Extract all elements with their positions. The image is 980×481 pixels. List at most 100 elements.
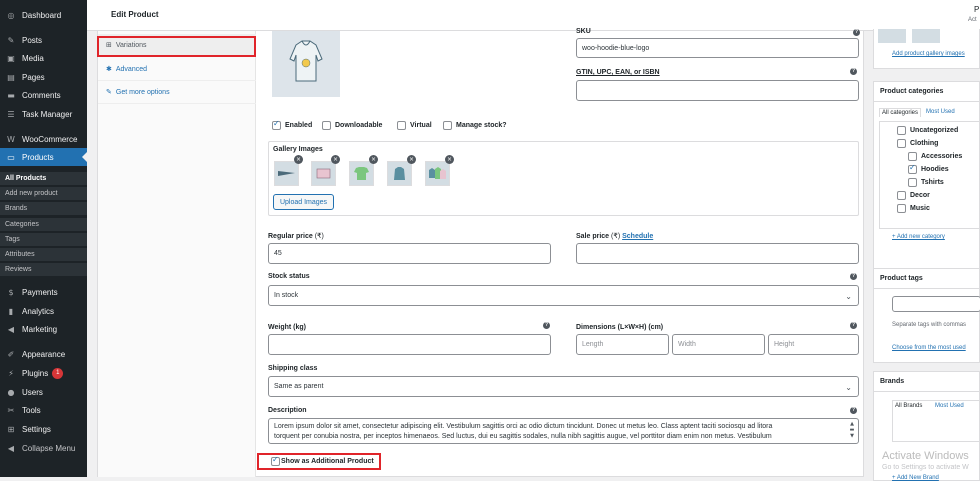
pages-icon: ▤	[7, 72, 15, 82]
current-arrow	[82, 152, 87, 162]
submenu-add-new[interactable]: Add new product	[0, 187, 87, 200]
menu-media[interactable]: ▣ Media	[0, 49, 87, 67]
menu-users[interactable]: ● Users	[0, 383, 87, 401]
description-label: Description	[268, 407, 307, 414]
menu-dashboard[interactable]: ◎ Dashboard	[0, 6, 87, 24]
menu-products[interactable]: ▭ Products	[0, 148, 87, 166]
tags-title: Product tags	[874, 269, 979, 289]
gtin-input[interactable]	[576, 80, 859, 101]
hoodie-icon	[388, 162, 411, 185]
gallery-thumb[interactable]	[274, 161, 299, 186]
menu-collapse[interactable]: ◀ Collapse Menu	[0, 439, 87, 457]
analytics-icon: ▮	[8, 306, 14, 316]
category-tshirts[interactable]: Tshirts	[908, 178, 944, 187]
sku-input[interactable]: woo-hoodie-blue-logo	[576, 38, 859, 58]
highlight-additional-product	[257, 453, 381, 470]
select-value: In stock	[274, 292, 299, 299]
checkbox-box	[397, 121, 406, 130]
menu-payments[interactable]: $ Payments	[0, 283, 87, 301]
gallery-thumb[interactable]	[912, 29, 940, 43]
tab-most-used[interactable]: Most Used	[926, 109, 955, 115]
description-line: torquent per conubia nostra, per incepto…	[274, 433, 772, 440]
choose-tags-link[interactable]: Choose from the most used	[892, 345, 966, 351]
manage-stock-checkbox[interactable]: Manage stock?	[443, 121, 507, 130]
menu-task-manager[interactable]: ☰ Task Manager	[0, 105, 87, 123]
menu-label: Payments	[22, 287, 58, 297]
menu-posts[interactable]: ✎ Posts	[0, 31, 87, 49]
remove-icon[interactable]: ×	[331, 155, 340, 164]
tab-all-brands[interactable]: All Brands	[895, 403, 922, 409]
tags-input[interactable]	[892, 296, 980, 312]
tab-brands-most-used[interactable]: Most Used	[935, 403, 964, 409]
menu-comments[interactable]: ▬ Comments	[0, 86, 87, 104]
schedule-link[interactable]: Schedule	[622, 233, 653, 240]
gallery-thumb[interactable]	[878, 29, 906, 43]
menu-settings[interactable]: ⊞ Settings	[0, 420, 87, 438]
remove-icon[interactable]: ×	[445, 155, 454, 164]
submenu-brands[interactable]: Brands	[0, 202, 87, 215]
category-uncategorized[interactable]: Uncategorized	[897, 126, 958, 135]
menu-marketing[interactable]: ◀ Marketing	[0, 320, 87, 338]
textarea-scrollbar[interactable]: ▲ ▬ ▼	[848, 421, 856, 441]
submenu-reviews[interactable]: Reviews	[0, 263, 87, 276]
select-value: Same as parent	[274, 383, 324, 390]
virtual-checkbox[interactable]: Virtual	[397, 121, 432, 130]
menu-analytics[interactable]: ▮ Analytics	[0, 302, 87, 320]
shipping-class-select[interactable]: Same as parent ⌄	[268, 376, 859, 397]
regular-price-input[interactable]: 45	[268, 243, 551, 264]
tags-hint: Separate tags with commas	[892, 322, 967, 328]
gallery-thumb[interactable]	[311, 161, 336, 186]
gallery-thumb[interactable]	[387, 161, 412, 186]
add-category-link[interactable]: + Add new category	[892, 234, 945, 240]
weight-input[interactable]	[268, 334, 551, 355]
length-input[interactable]: Length	[576, 334, 669, 355]
submenu-categories[interactable]: Categories	[0, 218, 87, 231]
add-brand-link[interactable]: + Add New Brand	[892, 475, 939, 481]
category-label: Decor	[910, 192, 930, 199]
upload-images-button[interactable]: Upload Images	[273, 194, 334, 210]
width-input[interactable]: Width	[672, 334, 765, 355]
remove-icon[interactable]: ×	[294, 155, 303, 164]
gallery-box: Gallery Images × × × × × Upload Images	[268, 141, 859, 216]
tab-get-more-options[interactable]: ✎ Get more options	[98, 81, 256, 104]
hoodie-icon	[289, 40, 323, 82]
submenu-tags[interactable]: Tags	[0, 233, 87, 246]
tab-advanced[interactable]: ✱ Advanced	[98, 58, 256, 81]
menu-plugins[interactable]: ⚡ Plugins 1	[0, 364, 87, 382]
menu-pages[interactable]: ▤ Pages	[0, 68, 87, 86]
checkbox-box	[908, 152, 917, 161]
category-clothing[interactable]: Clothing	[897, 139, 938, 148]
sale-price-input[interactable]	[576, 243, 859, 264]
gallery-thumb[interactable]	[425, 161, 450, 186]
submenu-all-products[interactable]: All Products	[0, 172, 87, 185]
enabled-checkbox[interactable]: Enabled	[272, 119, 312, 130]
category-music[interactable]: Music	[897, 204, 930, 213]
menu-label: Posts	[22, 35, 43, 45]
height-input[interactable]: Height	[768, 334, 859, 355]
tab-all-categories[interactable]: All categories	[879, 108, 922, 117]
variation-image[interactable]	[272, 31, 340, 97]
checkbox-box	[908, 163, 917, 174]
menu-label: Comments	[22, 90, 61, 100]
category-accessories[interactable]: Accessories	[908, 152, 962, 161]
menu-label: Marketing	[22, 324, 58, 334]
category-decor[interactable]: Decor	[897, 191, 930, 200]
menu-woocommerce[interactable]: W WooCommerce	[0, 130, 87, 148]
menu-tools[interactable]: ✂ Tools	[0, 401, 87, 419]
users-icon: ●	[7, 387, 15, 397]
menu-appearance[interactable]: ✐ Appearance	[0, 345, 87, 363]
menu-label: Pages	[22, 72, 45, 82]
downloadable-checkbox[interactable]: Downloadable	[322, 121, 382, 130]
gallery-thumb[interactable]	[349, 161, 374, 186]
category-hoodies[interactable]: Hoodies	[908, 163, 949, 174]
stock-status-select[interactable]: In stock ⌄	[268, 285, 859, 306]
add-gallery-images-link[interactable]: Add product gallery images	[892, 51, 965, 57]
dimensions-label: Dimensions (L×W×H) (cm)	[576, 324, 664, 331]
remove-icon[interactable]: ×	[407, 155, 416, 164]
menu-label: Media	[22, 53, 44, 63]
remove-icon[interactable]: ×	[369, 155, 378, 164]
gear-icon: ✱	[106, 65, 112, 73]
tools-icon: ✂	[7, 405, 15, 415]
submenu-attributes[interactable]: Attributes	[0, 248, 87, 261]
description-textarea[interactable]: Lorem ipsum dolor sit amet, consectetur …	[268, 418, 859, 444]
